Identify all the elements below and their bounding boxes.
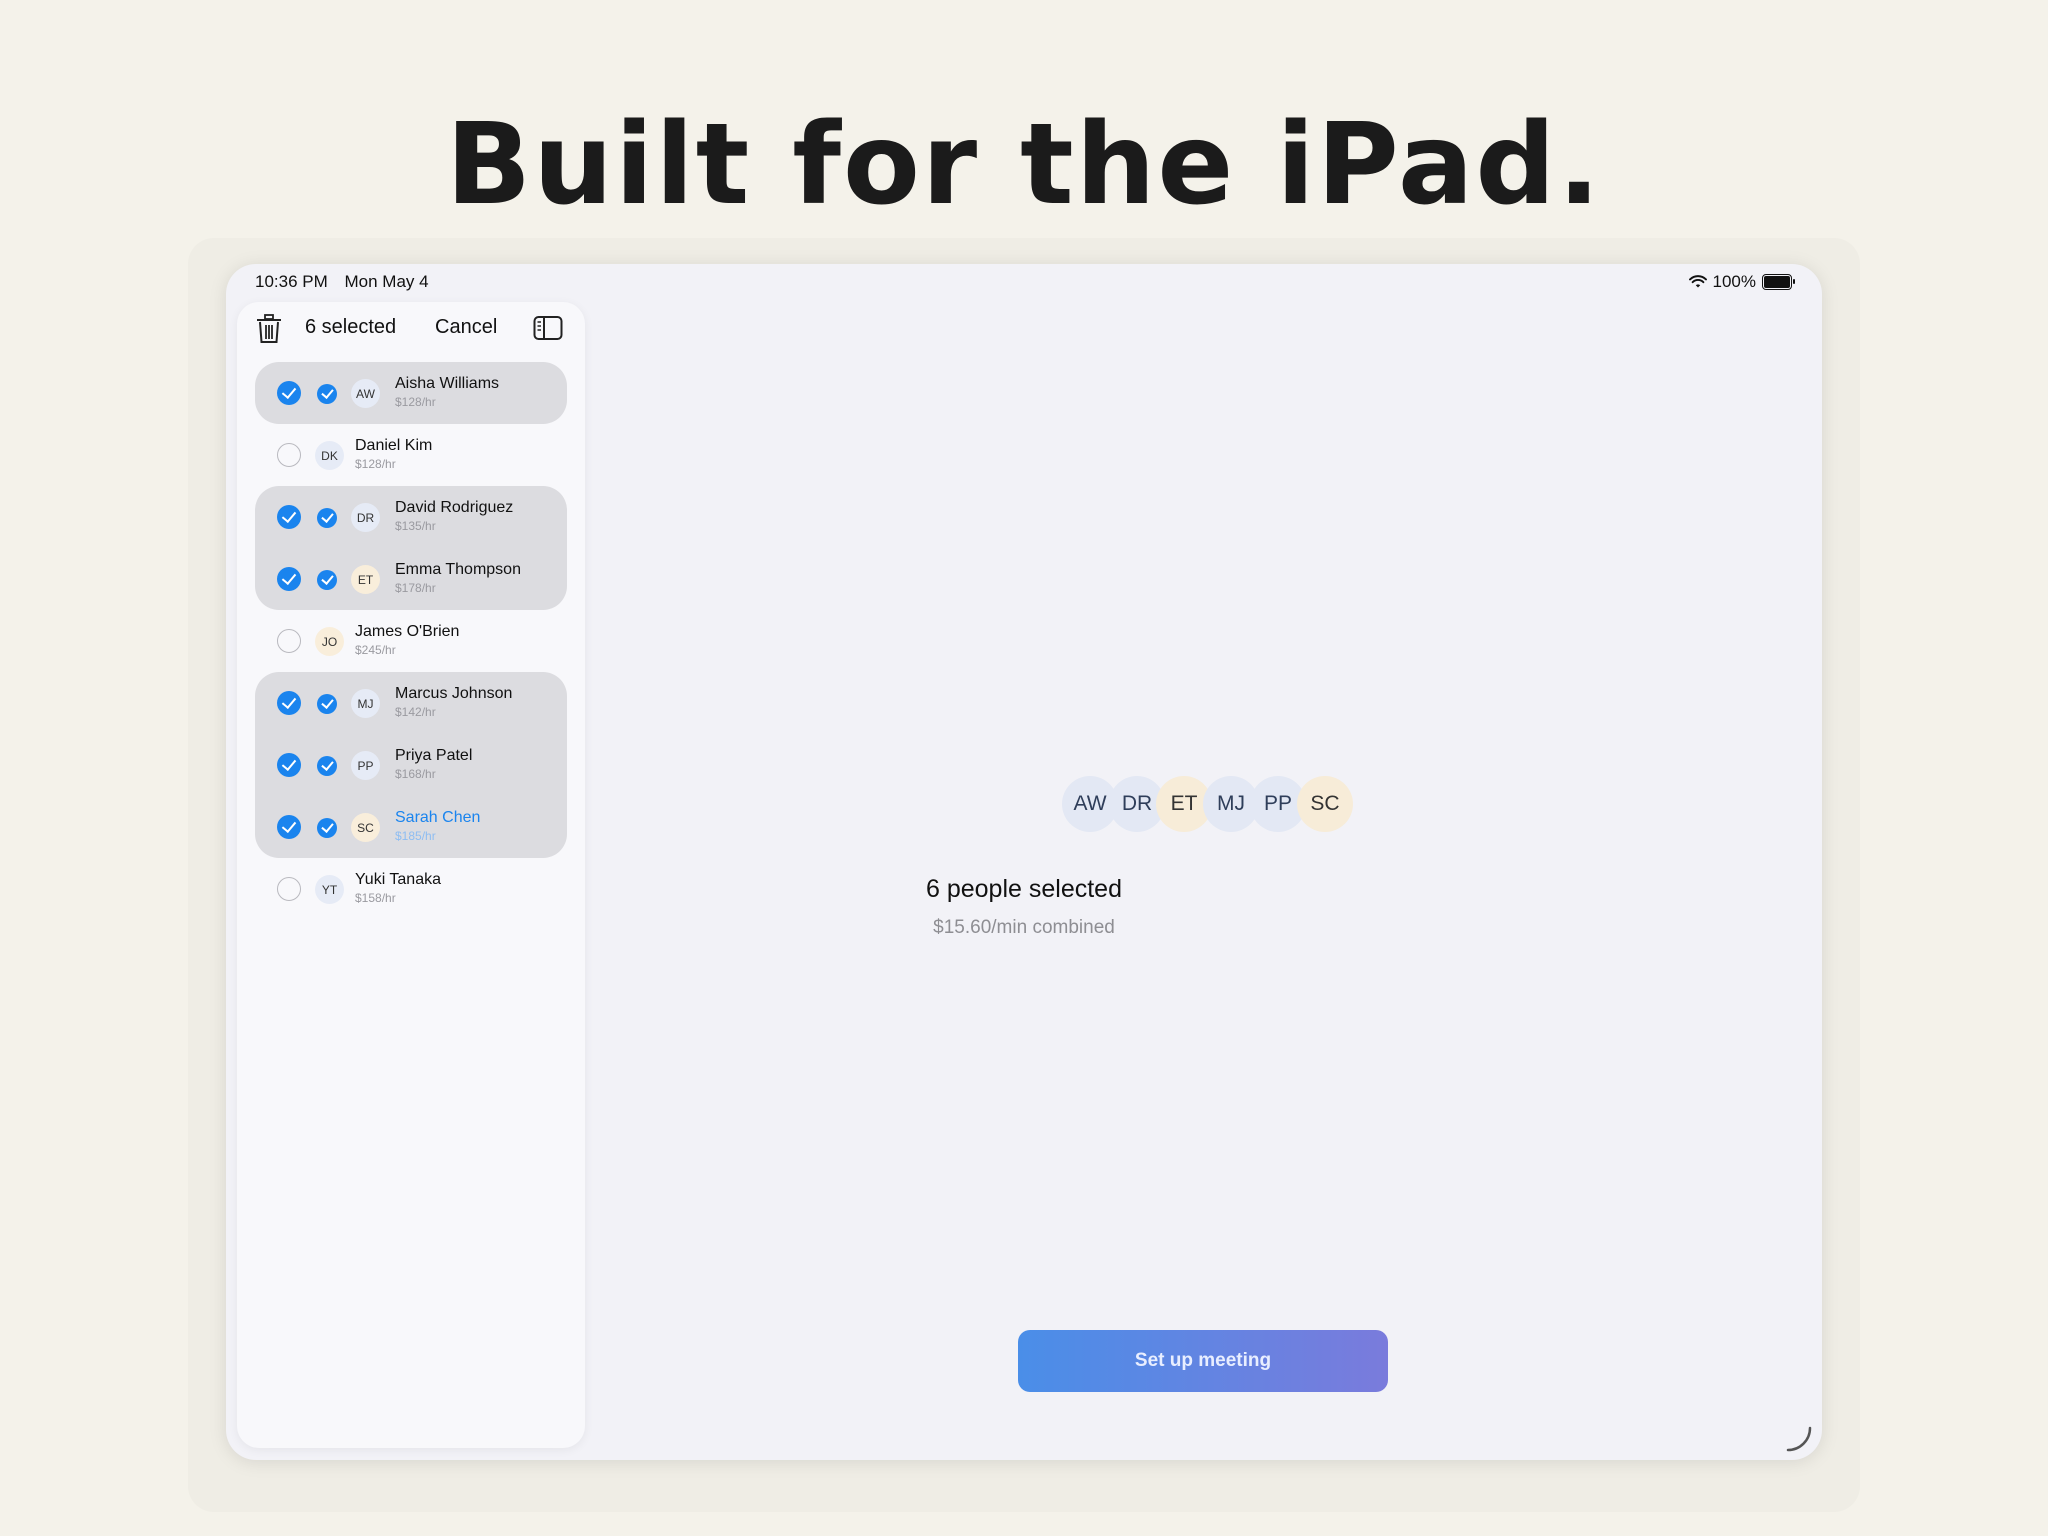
avatar: MJ <box>1203 776 1259 832</box>
checkmark-icon <box>317 818 337 838</box>
selected-count: 6 selected <box>305 316 397 338</box>
status-bar-right: 100% <box>1688 272 1795 292</box>
list-item[interactable]: SC Sarah Chen $185/hr <box>255 796 567 858</box>
select-checkbox[interactable] <box>277 877 301 901</box>
list-item[interactable]: ET Emma Thompson $178/hr <box>255 548 567 610</box>
person-name: David Rodriguez <box>395 499 514 516</box>
checkmark-icon <box>317 384 337 404</box>
avatar: SC <box>351 813 380 842</box>
person-rate: $168/hr <box>395 767 436 781</box>
set-up-meeting-button[interactable]: Set up meeting <box>1018 1330 1388 1392</box>
status-date: Mon May 4 <box>344 272 429 291</box>
headline: Built for the iPad. <box>445 100 1603 230</box>
person-info: Daniel Kim $128/hr <box>355 436 432 472</box>
select-checkbox[interactable] <box>277 753 301 777</box>
people-list: AW Aisha Williams $128/hr DK Daniel Kim … <box>237 362 585 920</box>
select-checkbox[interactable] <box>277 567 301 591</box>
person-name: Emma Thompson <box>395 561 521 578</box>
select-checkbox[interactable] <box>277 815 301 839</box>
status-time: 10:36 PM <box>255 272 328 291</box>
avatar: JO <box>315 627 344 656</box>
person-name: Aisha Williams <box>395 375 500 392</box>
battery-level <box>1764 276 1790 288</box>
person-info: Marcus Johnson $142/hr <box>395 684 512 720</box>
person-info: Priya Patel $168/hr <box>395 746 472 782</box>
selection-group: DR David Rodriguez $135/hr ET Emma Thomp… <box>255 486 567 610</box>
people-sidebar: 6 selected Cancel AW Aisha Williams $128… <box>237 302 585 1448</box>
avatar: ET <box>1156 776 1212 832</box>
person-rate: $245/hr <box>355 643 396 657</box>
select-checkbox[interactable] <box>277 381 301 405</box>
sidebar-toggle-icon[interactable] <box>533 315 563 341</box>
person-info: James O'Brien $245/hr <box>355 622 459 658</box>
person-rate: $142/hr <box>395 705 436 719</box>
sidebar-toolbar: 6 selected Cancel <box>237 302 585 358</box>
person-info: Yuki Tanaka $158/hr <box>355 870 441 906</box>
list-item[interactable]: JO James O'Brien $245/hr <box>237 610 585 672</box>
avatar: DR <box>351 503 380 532</box>
trash-icon[interactable] <box>255 314 283 344</box>
person-rate: $135/hr <box>395 519 436 533</box>
battery-percent: 100% <box>1712 272 1756 291</box>
avatar: MJ <box>351 689 380 718</box>
cancel-button[interactable]: Cancel <box>435 316 497 339</box>
person-name: Priya Patel <box>395 747 473 764</box>
checkmark-icon <box>317 508 337 528</box>
list-item[interactable]: MJ Marcus Johnson $142/hr <box>255 672 567 734</box>
avatar: ET <box>351 565 380 594</box>
person-info: David Rodriguez $135/hr <box>395 498 513 534</box>
person-info: Emma Thompson $178/hr <box>395 560 521 596</box>
avatar: AW <box>1062 776 1118 832</box>
person-rate: $185/hr <box>395 829 436 843</box>
status-bar-left: 10:36 PM Mon May 4 <box>255 272 441 292</box>
avatar-stack: AW DR ET MJ PP SC <box>1062 776 1353 832</box>
person-info: Sarah Chen $185/hr <box>395 808 480 844</box>
avatar: DK <box>315 441 344 470</box>
person-info: Aisha Williams $128/hr <box>395 374 499 410</box>
select-checkbox[interactable] <box>277 443 301 467</box>
checkmark-icon <box>317 570 337 590</box>
corner-indicator-icon <box>1786 1426 1812 1452</box>
avatar: AW <box>351 379 380 408</box>
person-rate: $128/hr <box>395 395 436 409</box>
list-item[interactable]: AW Aisha Williams $128/hr <box>255 362 567 424</box>
person-name: Daniel Kim <box>355 437 433 454</box>
selection-group: AW Aisha Williams $128/hr <box>255 362 567 424</box>
select-checkbox[interactable] <box>277 691 301 715</box>
list-item[interactable]: PP Priya Patel $168/hr <box>255 734 567 796</box>
avatar: YT <box>315 875 344 904</box>
checkmark-icon <box>317 694 337 714</box>
person-rate: $128/hr <box>355 457 396 471</box>
avatar: PP <box>1250 776 1306 832</box>
selection-group: MJ Marcus Johnson $142/hr PP Priya Patel… <box>255 672 567 858</box>
list-item[interactable]: DR David Rodriguez $135/hr <box>255 486 567 548</box>
avatar: DR <box>1109 776 1165 832</box>
avatar: PP <box>351 751 380 780</box>
checkmark-icon <box>317 756 337 776</box>
select-checkbox[interactable] <box>277 629 301 653</box>
person-name: Marcus Johnson <box>395 685 513 702</box>
person-rate: $178/hr <box>395 581 436 595</box>
list-item[interactable]: DK Daniel Kim $128/hr <box>237 424 585 486</box>
wifi-icon <box>1688 275 1707 288</box>
person-name: James O'Brien <box>355 623 460 640</box>
avatar: SC <box>1297 776 1353 832</box>
select-checkbox[interactable] <box>277 505 301 529</box>
battery-icon <box>1762 274 1795 290</box>
person-rate: $158/hr <box>355 891 396 905</box>
ipad-screen: 10:36 PM Mon May 4 100% 6 selected Cance… <box>226 264 1822 1460</box>
person-name: Sarah Chen <box>395 809 481 826</box>
list-item[interactable]: YT Yuki Tanaka $158/hr <box>237 858 585 920</box>
person-name: Yuki Tanaka <box>355 871 441 888</box>
